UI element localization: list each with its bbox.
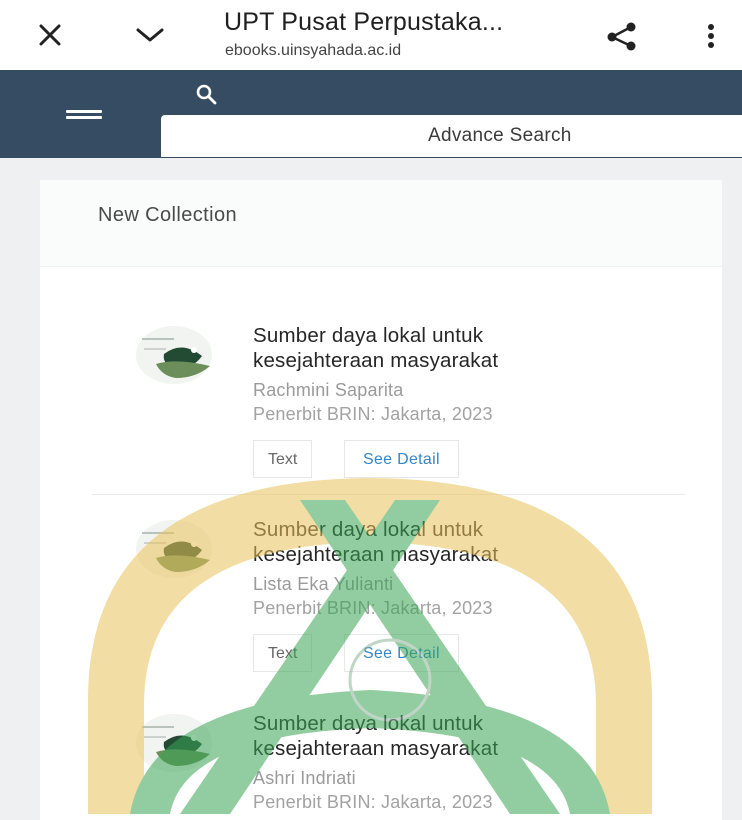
item-title-line1[interactable]: Sumber daya lokal untuk	[253, 324, 483, 348]
item-publisher: Penerbit BRIN: Jakarta, 2023	[253, 598, 493, 618]
share-icon	[607, 22, 636, 51]
share-button[interactable]	[600, 16, 644, 56]
item-title-line2[interactable]: kesejahteraan masyarakat	[253, 349, 498, 373]
book-cover-thumbnail[interactable]	[136, 712, 214, 774]
more-options-button[interactable]	[696, 16, 726, 56]
browser-toolbar: UPT Pusat Perpustaka... ebooks.uinsyahad…	[0, 0, 742, 70]
item-divider	[92, 494, 686, 495]
close-button[interactable]	[30, 15, 70, 55]
search-icon[interactable]	[194, 82, 218, 106]
book-cover-thumbnail[interactable]	[136, 324, 214, 386]
item-title-line2[interactable]: kesejahteraan masyarakat	[253, 543, 498, 567]
item-title-line1[interactable]: Sumber daya lokal untuk	[253, 518, 483, 542]
collection-title: New Collection	[98, 204, 237, 226]
item-type-tag[interactable]: Text	[253, 440, 313, 478]
item-publisher: Penerbit BRIN: Jakarta, 2023	[253, 792, 493, 812]
book-cover-thumbnail[interactable]	[136, 518, 214, 580]
see-detail-button[interactable]: See Detail	[344, 634, 459, 672]
item-type-tag[interactable]: Text	[253, 634, 313, 672]
item-publisher: Penerbit BRIN: Jakarta, 2023	[253, 404, 493, 424]
advance-search-button[interactable]: Advance Search	[161, 115, 742, 157]
hamburger-menu-icon[interactable]	[66, 110, 102, 126]
page-title: UPT Pusat Perpustaka...	[224, 8, 504, 36]
see-detail-button[interactable]: See Detail	[344, 440, 459, 478]
item-title-line1[interactable]: Sumber daya lokal untuk	[253, 712, 483, 736]
item-title-line2[interactable]: kesejahteraan masyarakat	[253, 737, 498, 761]
item-author: Ashri Indriati	[253, 768, 356, 788]
item-author: Lista Eka Yulianti	[253, 574, 394, 594]
minimize-button[interactable]	[128, 15, 172, 55]
item-author: Rachmini Saparita	[253, 380, 404, 400]
close-icon	[39, 24, 61, 46]
page-url[interactable]: ebooks.uinsyahada.ac.id	[225, 42, 401, 60]
more-vert-icon	[708, 24, 714, 48]
collection-header: New Collection	[40, 180, 722, 267]
collection-panel: New Collection Sumber daya lokal untuk k…	[40, 180, 722, 820]
chevron-down-icon	[136, 28, 164, 42]
